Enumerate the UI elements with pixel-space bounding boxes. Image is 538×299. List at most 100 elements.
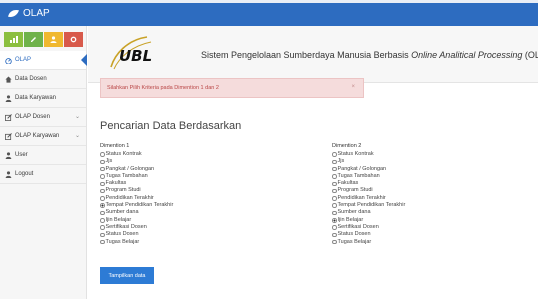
sidebar-item-data-karyawan[interactable]: Data Karyawan (0, 89, 86, 108)
dimension-1-option[interactable]: Jjs (100, 158, 173, 165)
chevron-down-icon: ⌄ (74, 114, 80, 120)
sidebar-item-logout[interactable]: Logout (0, 165, 86, 184)
dimension-1-radio[interactable] (100, 152, 105, 157)
dimension-1-option[interactable]: Ijin Belajar (100, 217, 173, 224)
dimension-1-option[interactable]: Program Studi (100, 187, 173, 194)
sidebar-item-user[interactable]: User (0, 146, 86, 165)
dimension-2-option[interactable]: Ijin Belajar (332, 217, 405, 224)
dimension-1-option[interactable]: Tugas Belajar (100, 239, 173, 246)
dimension-1-radio[interactable] (100, 210, 105, 216)
brand[interactable]: OLAP (7, 8, 50, 19)
dimension-1-radio[interactable] (100, 196, 105, 201)
alert-message: Silahkan Pilih Kriteria pada Dimention 1… (100, 78, 364, 98)
dimension-2-option[interactable]: Pangkat / Golongan (332, 166, 405, 173)
dimension-1-option[interactable]: Pendidikan Terakhir (100, 195, 173, 202)
settings-shortcut-button[interactable] (64, 32, 83, 47)
dimension-1-option-label: Program Studi (105, 187, 141, 194)
dimension-2-option-label: Ijin Belajar (337, 216, 364, 223)
dimension-2-radio[interactable] (332, 159, 337, 165)
dimension-2-radio[interactable] (332, 188, 337, 194)
dimension-2-option-label: Sumber dana (337, 209, 371, 216)
sidebar-item-olap-karyawan[interactable]: OLAP Karyawan ⌄ (0, 127, 86, 146)
dimension-2-radio[interactable] (332, 181, 337, 187)
dimension-2-option-label: Jjs (337, 158, 345, 165)
dimension-1-radio[interactable] (100, 218, 105, 223)
dimension-1-radio[interactable] (100, 188, 105, 194)
dimension-2-option[interactable]: Jjs (332, 158, 405, 165)
dimension-1-option-label: Tempat Pendidikan Terakhir (105, 202, 174, 209)
dimension-1-radio[interactable] (100, 225, 105, 230)
dimension-1-radio[interactable] (100, 203, 105, 208)
users-shortcut-button[interactable] (44, 32, 63, 47)
dimension-2-option[interactable]: Tempat Pendidikan Terakhir (332, 202, 405, 209)
edit-icon (5, 114, 12, 121)
dimension-2-radio[interactable] (332, 218, 337, 223)
dimension-1-option-label: Sertifikasi Dosen (105, 223, 147, 230)
dimension-2-option[interactable]: Pendidikan Terakhir (332, 195, 405, 202)
dimension-2-option-label: Tempat Pendidikan Terakhir (337, 202, 406, 209)
dimension-2-option[interactable]: Sertifikasi Dosen (332, 224, 405, 231)
dimension-1-radio[interactable] (100, 174, 105, 179)
sidebar-shortcuts (0, 26, 86, 51)
alert-text: Silahkan Pilih Kriteria pada Dimention 1… (107, 85, 219, 91)
app-title-suffix: (OLAP) (524, 50, 538, 60)
dimension-1-option-label: Tugas Tambahan (105, 172, 148, 179)
dimension-1-option-label: Fakultas (105, 180, 127, 187)
dimension-2-option[interactable]: Fakultas (332, 180, 405, 187)
dimension-2-radio[interactable] (332, 203, 337, 208)
dimension-2-option-label: Pangkat / Golongan (337, 165, 387, 172)
dimension-2-radio[interactable] (332, 225, 337, 230)
dimension-1-group: Dimention 1 Status Kontrak Jjs Pangkat / G… (100, 143, 173, 246)
dimension-2-heading: Dimention 2 (332, 143, 362, 149)
sidebar-nav: OLAP Data Dosen Data Karyawan OLAP Dosen… (0, 51, 87, 184)
chart-shortcut-button[interactable] (4, 32, 23, 47)
dimension-2-radio[interactable] (332, 210, 337, 216)
dimension-2-radio[interactable] (332, 166, 337, 172)
dimension-1-radio[interactable] (100, 159, 105, 165)
show-data-button[interactable]: Tampilkan data (100, 267, 154, 284)
dimension-2-option[interactable]: Program Studi (332, 187, 405, 194)
sidebar-item-olap[interactable]: OLAP (0, 51, 87, 70)
dimension-2-radio[interactable] (332, 196, 337, 201)
dimension-1-radio[interactable] (100, 181, 105, 187)
dimension-1-option-label: Sumber dana (105, 209, 139, 216)
dimension-2-options: Status Kontrak Jjs Pangkat / Golongan Tugas… (332, 151, 405, 246)
dimension-2-option[interactable]: Status Dosen (332, 231, 405, 238)
dimension-1-heading: Dimention 1 (100, 143, 130, 149)
dimension-2-option-label: Sertifikasi Dosen (337, 223, 379, 230)
close-icon[interactable]: × (351, 84, 355, 90)
dimension-1-radio[interactable] (100, 232, 105, 238)
dimension-2-option-label: Tugas Tambahan (337, 172, 380, 179)
dimension-2-radio[interactable] (332, 152, 337, 157)
sidebar-item-label: User (15, 152, 28, 158)
dimension-2-option[interactable]: Sumber dana (332, 209, 405, 216)
dimension-1-option[interactable]: Pangkat / Golongan (100, 166, 173, 173)
dimension-1-option[interactable]: Sumber dana (100, 209, 173, 216)
sidebar-item-label: Data Dosen (15, 76, 47, 82)
sidebar-item-label: OLAP (15, 57, 32, 63)
dimension-2-option-label: Program Studi (337, 187, 373, 194)
sidebar-item-data-dosen[interactable]: Data Dosen (0, 70, 86, 89)
dimension-1-option[interactable]: Tugas Tambahan (100, 173, 173, 180)
dimension-2-radio[interactable] (332, 239, 337, 245)
dashboard-icon (5, 58, 12, 64)
dimension-1-option[interactable]: Fakultas (100, 180, 173, 187)
dimension-1-option[interactable]: Sertifikasi Dosen (100, 224, 173, 231)
dimension-2-option[interactable]: Tugas Tambahan (332, 173, 405, 180)
chevron-down-icon: ⌄ (74, 133, 80, 139)
dimension-1-option[interactable]: Status Kontrak (100, 151, 173, 158)
dimension-1-option[interactable]: Tempat Pendidikan Terakhir (100, 202, 173, 209)
dimension-1-radio[interactable] (100, 166, 105, 172)
brand-label: OLAP (23, 8, 50, 19)
app-title-prefix: Sistem Pengelolaan Sumberdaya Manusia Be… (201, 50, 412, 60)
dimension-2-radio[interactable] (332, 174, 337, 179)
dimension-2-option-label: Tugas Belajar (337, 238, 372, 245)
dimension-2-radio[interactable] (332, 232, 337, 238)
cogs-icon (70, 36, 77, 43)
dimension-1-radio[interactable] (100, 239, 105, 245)
dimension-1-option[interactable]: Status Dosen (100, 231, 173, 238)
edit-shortcut-button[interactable] (24, 32, 43, 47)
dimension-2-option[interactable]: Status Kontrak (332, 151, 405, 158)
sidebar-item-olap-dosen[interactable]: OLAP Dosen ⌄ (0, 108, 86, 127)
dimension-2-option[interactable]: Tugas Belajar (332, 239, 405, 246)
